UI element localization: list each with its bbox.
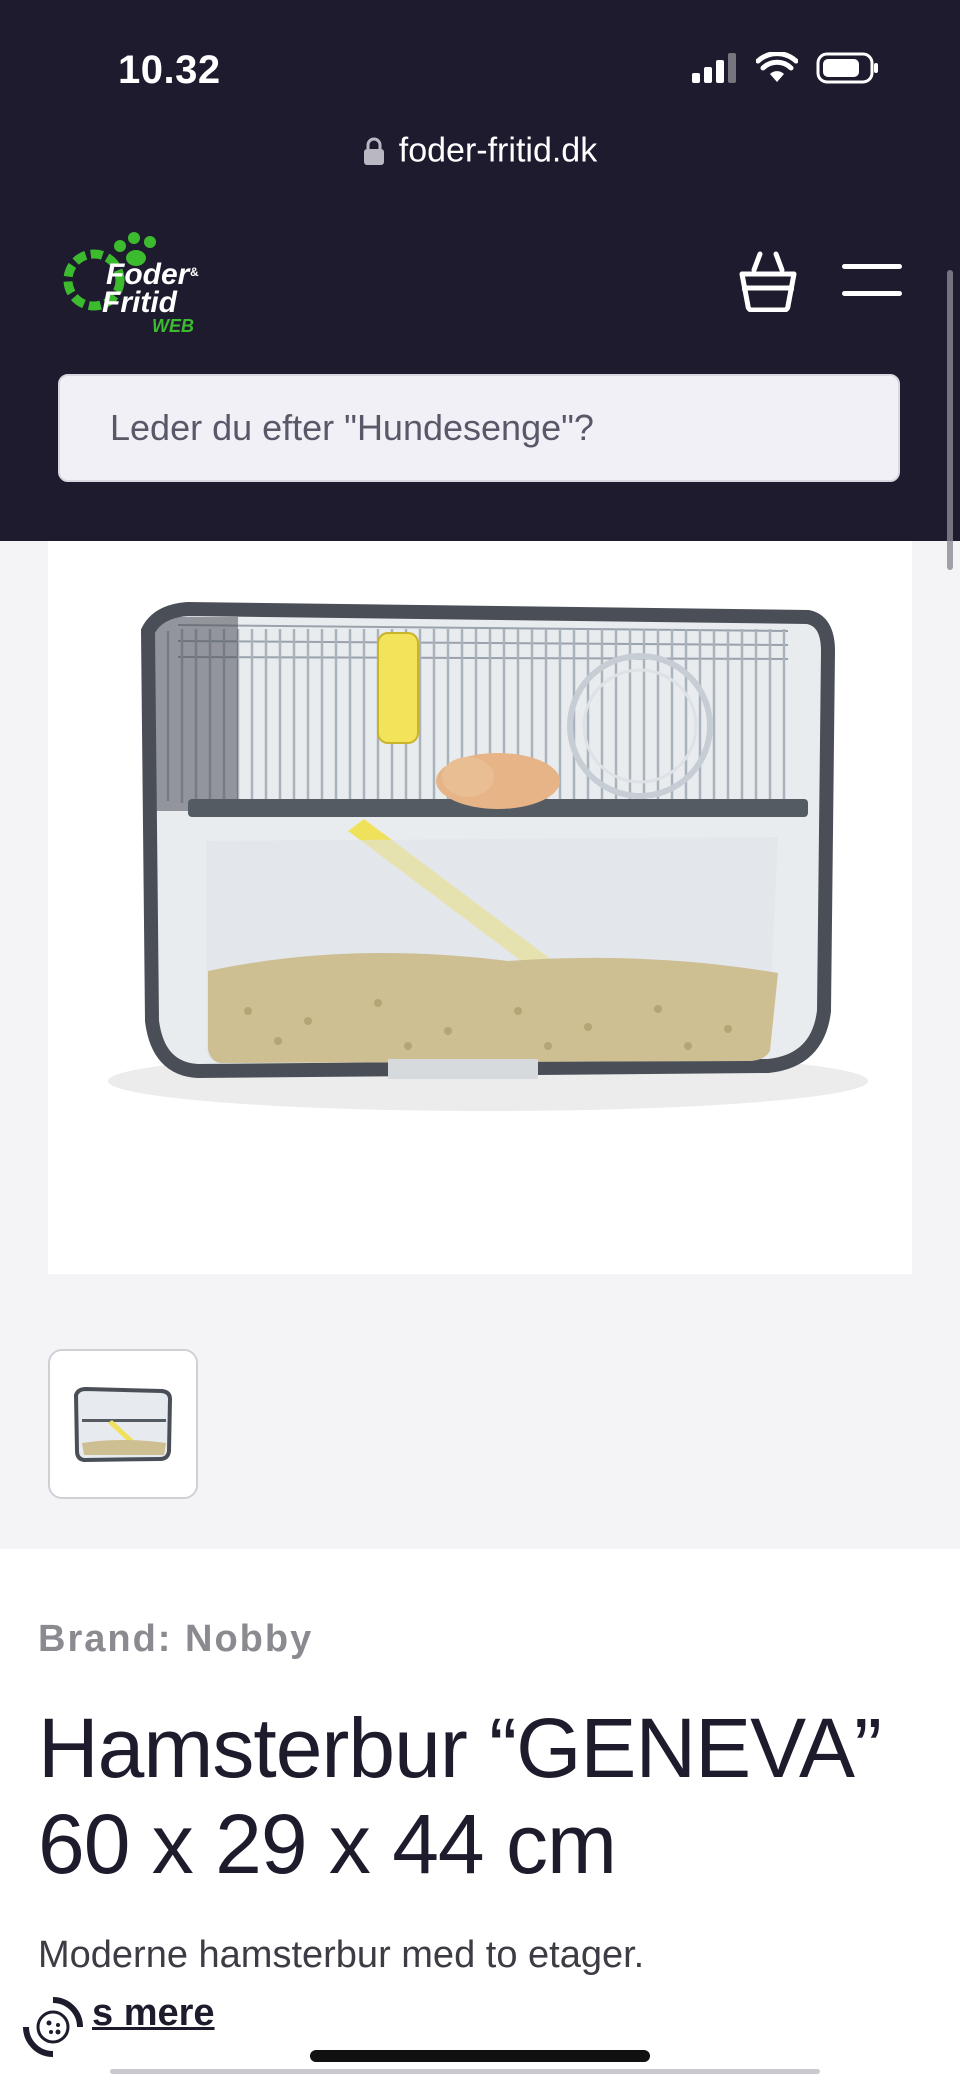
product-thumbnail[interactable] — [48, 1349, 198, 1499]
product-title-line-1: Hamsterbur “GENEVA” — [38, 1701, 882, 1795]
cookie-settings-button[interactable] — [20, 1994, 86, 2065]
hamster-cage-image — [108, 601, 868, 1111]
logo-text-2: Fritid — [102, 286, 178, 319]
status-time: 10.32 — [118, 48, 221, 92]
basket-icon — [739, 251, 797, 313]
product-title-line-2: 60 x 29 x 44 cm — [38, 1797, 617, 1891]
product-brand[interactable]: Brand: Nobby — [38, 1618, 313, 1661]
address-bar[interactable]: foder-fritid.dk — [0, 130, 960, 171]
lock-icon — [363, 137, 384, 166]
product-description: Moderne hamsterbur med to etager. — [38, 1934, 645, 1976]
wifi-icon — [756, 52, 798, 82]
signal-icon — [692, 53, 736, 83]
logo-amp: & — [190, 265, 199, 279]
basket-button[interactable] — [738, 250, 798, 317]
site-header: 10.32 foder-fritid.dk Foder & Fritid WEB… — [0, 0, 960, 541]
site-logo[interactable]: Foder & Fritid WEB — [58, 228, 218, 343]
url-text: foder-fritid.dk — [398, 131, 598, 170]
product-image[interactable] — [48, 541, 912, 1274]
logo-text-3: WEB — [152, 316, 194, 336]
hamburger-menu-icon[interactable] — [842, 264, 902, 296]
browser-toolbar-edge — [110, 2069, 820, 2074]
search-box[interactable] — [58, 374, 900, 482]
cookie-settings-icon — [23, 1997, 83, 2057]
battery-icon — [816, 52, 878, 84]
page-scrollbar[interactable] — [947, 270, 953, 570]
search-input[interactable] — [60, 376, 898, 480]
home-indicator[interactable] — [310, 2050, 650, 2062]
product-title: Hamsterbur “GENEVA” 60 x 29 x 44 cm — [38, 1700, 918, 1892]
read-more-link[interactable]: s mere — [92, 1992, 215, 2035]
thumbnail-image — [50, 1351, 196, 1497]
status-icons — [692, 52, 880, 84]
